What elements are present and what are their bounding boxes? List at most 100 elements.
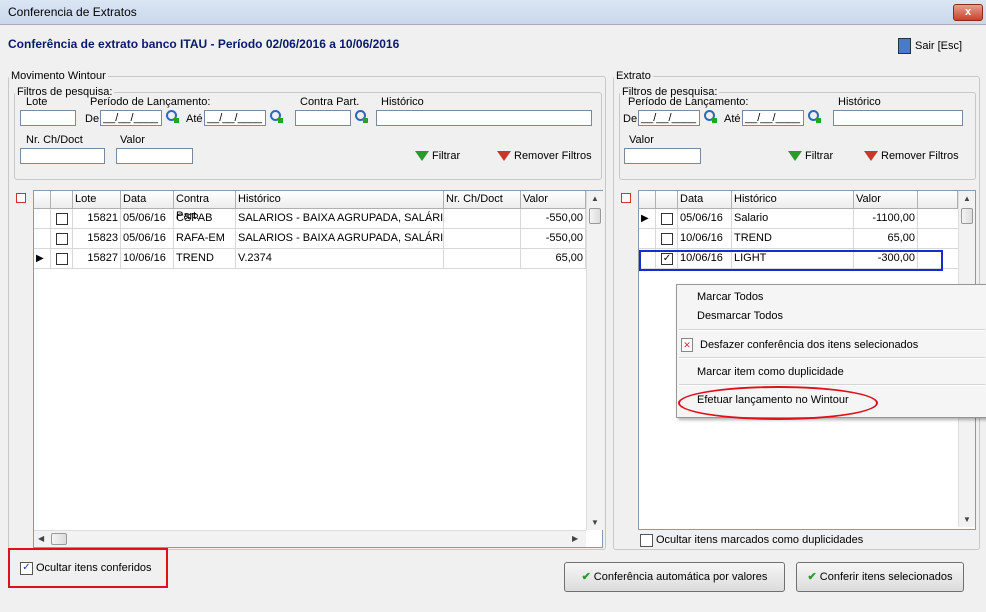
row-check-cell (656, 209, 678, 228)
left-vertical-scrollbar[interactable]: ▲ ▼ (586, 191, 603, 530)
scroll-down-icon[interactable]: ▼ (963, 515, 971, 524)
cell-contra: RAFA-EM (174, 229, 236, 248)
right-ate-label: Até (724, 113, 741, 125)
menu-item-unmark-all[interactable]: Desmarcar Todos (697, 310, 783, 322)
cell-data: 05/06/16 (121, 229, 174, 248)
col-blank (918, 191, 958, 209)
menu-item-mark-duplicate[interactable]: Marcar item como duplicidade (697, 366, 844, 378)
left-horizontal-scrollbar[interactable]: ◀ ▶ (34, 530, 586, 547)
col-contra[interactable]: Contra Part. (174, 191, 236, 222)
wintour-grid: Lote Data Contra Part. Histórico Nr. Ch/… (33, 190, 603, 548)
page-title: Conferência de extrato banco ITAU - Perí… (8, 37, 400, 51)
right-filter-button[interactable]: Filtrar (788, 150, 833, 162)
scroll-up-icon[interactable]: ▲ (591, 194, 599, 203)
cell-lote: 15821 (73, 209, 121, 228)
left-filter-button[interactable]: Filtrar (415, 150, 460, 162)
cell-valor: 65,00 (521, 249, 586, 268)
nr-input[interactable] (20, 148, 105, 164)
window-title: Conferencia de Extratos (8, 5, 137, 19)
col-data[interactable]: Data (121, 191, 174, 209)
row-checkbox[interactable] (56, 213, 68, 225)
right-historico-input[interactable] (833, 110, 963, 126)
left-valor-label: Valor (120, 134, 145, 146)
cell-valor: -1100,00 (854, 209, 918, 228)
scroll-thumb[interactable] (589, 208, 601, 224)
row-check-cell (51, 229, 73, 248)
filter-label: Filtrar (432, 150, 461, 162)
row-check-cell (51, 249, 73, 268)
cell-nr (444, 249, 521, 268)
table-row[interactable]: 10/06/16 TREND 65,00 (639, 229, 958, 249)
scroll-up-icon[interactable]: ▲ (963, 194, 971, 203)
right-valor-input[interactable] (624, 148, 701, 164)
right-date-from-input[interactable]: __/__/____ (638, 110, 700, 126)
menu-item-mark-all[interactable]: Marcar Todos (697, 291, 763, 303)
left-date-from-input[interactable]: __/__/____ (100, 110, 162, 126)
selected-row-highlight (639, 250, 943, 271)
cell-nr (444, 229, 521, 248)
hscroll-thumb[interactable] (51, 533, 67, 545)
menu-item-undo-conference[interactable]: Desfazer conferência dos itens seleciona… (700, 339, 918, 351)
highlight-rect (8, 548, 168, 588)
search-icon[interactable] (808, 110, 821, 123)
table-row[interactable]: ▶ 05/06/16 Salario -1100,00 (639, 209, 958, 229)
table-row[interactable]: 15821 05/06/16 CSPAB SALARIOS - BAIXA AG… (34, 209, 586, 229)
cell-historico: SALARIOS - BAIXA AGRUPADA, SALÁRIO (236, 229, 444, 248)
col-valor[interactable]: Valor (854, 191, 918, 209)
search-icon[interactable] (270, 110, 283, 123)
search-icon[interactable] (704, 110, 717, 123)
row-check-cell (51, 209, 73, 228)
scroll-down-icon[interactable]: ▼ (591, 518, 599, 527)
row-checkbox[interactable] (661, 233, 673, 245)
cell-data: 10/06/16 (121, 249, 174, 268)
auto-conference-label: Conferência automática por valores (593, 571, 768, 583)
cell-contra: CSPAB (174, 209, 236, 228)
scroll-right-icon[interactable]: ▶ (572, 534, 578, 543)
search-icon[interactable] (166, 110, 179, 123)
right-de-label: De (623, 113, 638, 125)
remove-filters-label: Remover Filtros (514, 150, 592, 162)
col-nr[interactable]: Nr. Ch/Doct (444, 191, 521, 209)
left-valor-input[interactable] (116, 148, 193, 164)
funnel-icon (788, 151, 802, 162)
table-row[interactable]: 15823 05/06/16 RAFA-EM SALARIOS - BAIXA … (34, 229, 586, 249)
left-remove-filters-button[interactable]: Remover Filtros (497, 150, 592, 162)
contra-label: Contra Part. (300, 96, 360, 108)
select-all-icon[interactable] (621, 193, 631, 203)
cell-data: 05/06/16 (121, 209, 174, 228)
col-check (656, 191, 678, 209)
wintour-group-legend: Movimento Wintour (11, 70, 106, 82)
exit-button[interactable]: Sair [Esc] (898, 38, 962, 54)
left-date-to-input[interactable]: __/__/____ (204, 110, 266, 126)
col-data[interactable]: Data (678, 191, 732, 209)
confirm-selected-button[interactable]: ✔ Conferir itens selecionados (796, 562, 964, 592)
search-icon[interactable] (355, 110, 368, 123)
left-historico-input[interactable] (376, 110, 592, 126)
scroll-thumb[interactable] (961, 208, 973, 224)
row-checkbox[interactable] (56, 253, 68, 265)
auto-conference-button[interactable]: ✔ Conferência automática por valores (564, 562, 785, 592)
hide-duplicates-checkbox[interactable] (640, 534, 653, 547)
remove-filter-icon (497, 151, 511, 162)
row-checkbox[interactable] (56, 233, 68, 245)
col-check (51, 191, 73, 209)
remove-filter-icon (864, 151, 878, 162)
contra-input[interactable] (295, 110, 351, 126)
table-row[interactable]: ▶ 15827 10/06/16 TREND V.2374 65,00 (34, 249, 586, 269)
col-historico[interactable]: Histórico (236, 191, 444, 209)
cell-valor: 65,00 (854, 229, 918, 248)
scroll-left-icon[interactable]: ◀ (38, 534, 44, 543)
row-checkbox[interactable] (661, 213, 673, 225)
col-historico[interactable]: Histórico (732, 191, 854, 209)
exit-label: Sair [Esc] (915, 39, 963, 52)
lote-label: Lote (26, 96, 48, 108)
right-remove-filters-button[interactable]: Remover Filtros (864, 150, 959, 162)
right-valor-label: Valor (629, 134, 654, 146)
col-valor[interactable]: Valor (521, 191, 586, 209)
select-all-icon[interactable] (16, 193, 26, 203)
col-lote[interactable]: Lote (73, 191, 121, 209)
lote-input[interactable] (20, 110, 76, 126)
close-button[interactable]: x (953, 4, 983, 21)
right-date-to-input[interactable]: __/__/____ (742, 110, 804, 126)
right-periodo-label: Período de Lançamento: (628, 96, 749, 108)
